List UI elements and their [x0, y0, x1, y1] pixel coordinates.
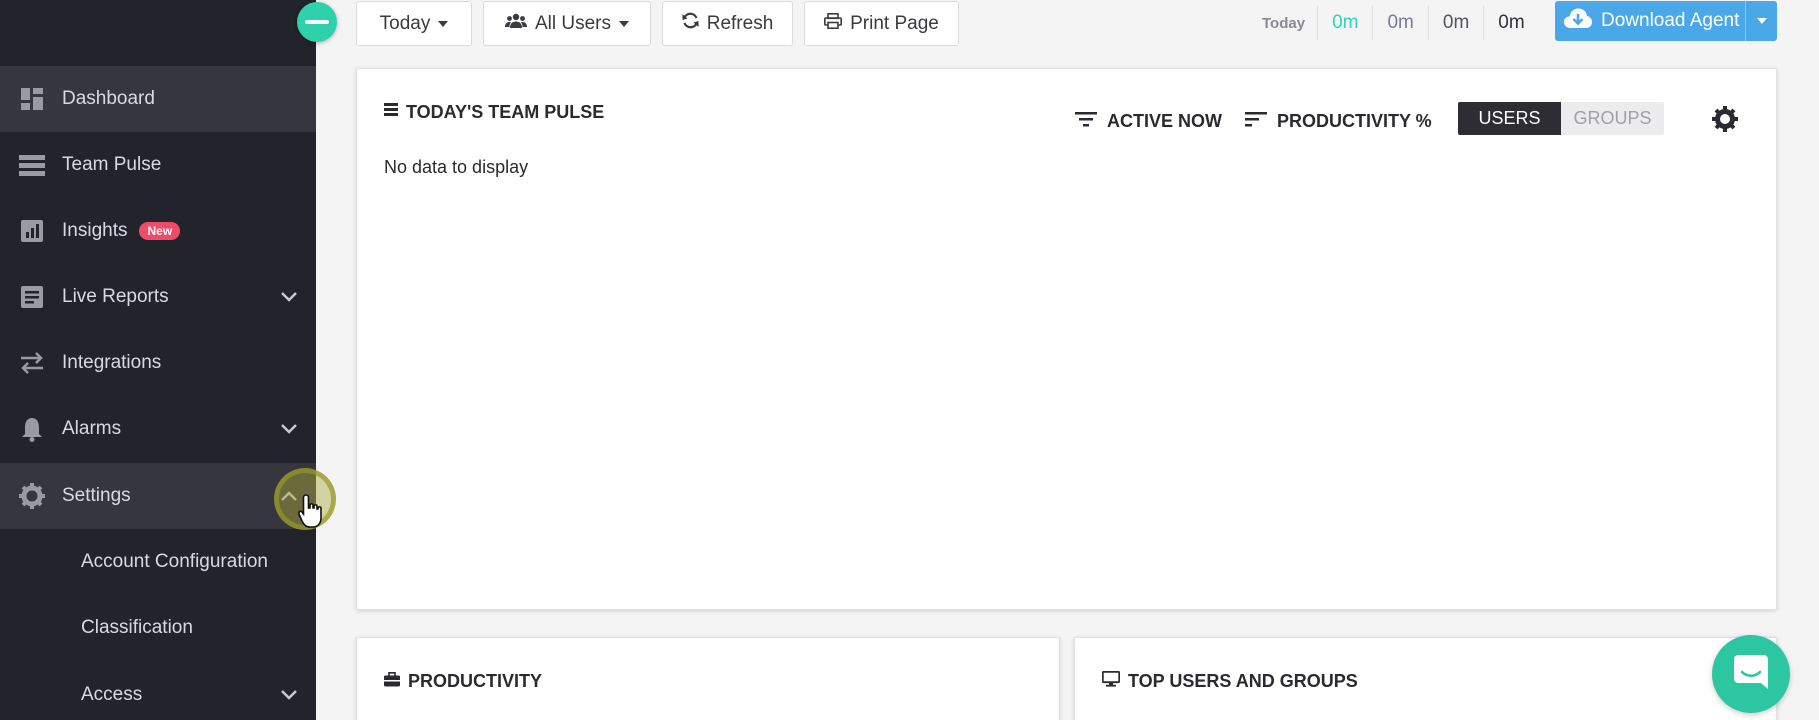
filter-icon [1075, 111, 1097, 132]
sidebar-item-label: Alarms [62, 418, 122, 439]
download-agent-main[interactable]: Download Agent [1555, 1, 1745, 41]
productivity-sort-label: PRODUCTIVITY % [1277, 110, 1432, 131]
download-agent-label: Download Agent [1601, 10, 1740, 31]
sidebar-item-settings[interactable]: Settings [0, 463, 316, 529]
sort-icon [1245, 111, 1267, 132]
print-icon [824, 12, 843, 35]
sidebar-subitem-label: Access [81, 684, 143, 705]
sidebar-item-label: Insights [62, 220, 128, 241]
users-filter-label: All Users [534, 12, 611, 34]
list-icon [384, 102, 398, 123]
chat-icon [1732, 653, 1770, 696]
briefcase-icon [384, 671, 400, 692]
groups-tab[interactable]: GROUPS [1561, 102, 1664, 135]
time-stats-label: Today [1262, 14, 1306, 32]
date-range-dropdown[interactable]: Today [356, 1, 472, 46]
bell-icon [18, 415, 46, 443]
sidebar-item-insights[interactable]: Insights New [0, 198, 316, 264]
sidebar-item-integrations[interactable]: Integrations [0, 330, 316, 396]
team-pulse-panel [356, 68, 1777, 610]
print-label: Print Page [850, 12, 939, 34]
productivity-sort[interactable]: PRODUCTIVITY % [1245, 105, 1432, 137]
collapse-sidebar-button[interactable] [297, 2, 337, 42]
team-pulse-title-text: TODAY'S TEAM PULSE [406, 102, 605, 122]
minus-icon [305, 20, 329, 24]
refresh-button[interactable]: Refresh [662, 1, 793, 46]
time-stat-value: 0m [1372, 6, 1427, 40]
users-groups-toggle: USERS GROUPS [1458, 102, 1664, 135]
sidebar-item-dashboard[interactable]: Dashboard [0, 66, 316, 132]
chat-launcher-button[interactable] [1712, 635, 1790, 713]
time-stat-value: 0m [1483, 6, 1538, 40]
chevron-down-icon[interactable] [278, 286, 300, 308]
dashboard-icon [18, 85, 46, 113]
refresh-icon [682, 12, 699, 35]
time-stat-value: 0m [1427, 6, 1483, 40]
download-agent-button[interactable]: Download Agent [1555, 1, 1777, 41]
sidebar-item-team-pulse[interactable]: Team Pulse [0, 132, 316, 198]
productivity-title: PRODUCTIVITY [384, 671, 542, 692]
insights-icon [18, 217, 46, 245]
users-icon [504, 13, 527, 35]
sidebar-subitem-label: Classification [81, 617, 193, 638]
print-page-button[interactable]: Print Page [804, 1, 959, 46]
active-now-label: ACTIVE NOW [1107, 110, 1222, 131]
sidebar-item-label: Live Reports [62, 286, 169, 307]
sidebar-item-label: Dashboard [62, 88, 155, 109]
hand-cursor-icon [297, 493, 324, 534]
pulse-settings-gear-icon[interactable] [1712, 106, 1738, 137]
team-pulse-title: TODAY'S TEAM PULSE [384, 102, 604, 123]
sidebar-item-label: Settings [62, 485, 131, 506]
sidebar-subitem-access[interactable]: Access [0, 662, 316, 720]
sidebar: Dashboard Team Pulse Insights New Live R… [0, 0, 316, 720]
chevron-down-icon[interactable] [278, 684, 300, 706]
sidebar-subitem-label: Account Configuration [81, 551, 268, 572]
team-pulse-icon [18, 151, 46, 179]
sidebar-subitem-account-configuration[interactable]: Account Configuration [0, 529, 316, 595]
users-filter-dropdown[interactable]: All Users [483, 1, 651, 46]
gear-icon [18, 482, 46, 510]
caret-down-icon [438, 20, 449, 27]
sidebar-item-label: Integrations [62, 352, 162, 373]
caret-down-icon [1756, 18, 1767, 24]
top-users-title-text: TOP USERS AND GROUPS [1128, 671, 1358, 691]
download-agent-dropdown[interactable] [1745, 1, 1777, 41]
sidebar-subitem-classification[interactable]: Classification [0, 595, 316, 661]
report-icon [18, 283, 46, 311]
productivity-title-text: PRODUCTIVITY [408, 671, 543, 691]
sidebar-item-label: Team Pulse [62, 154, 162, 175]
refresh-label: Refresh [706, 12, 774, 34]
sidebar-item-alarms[interactable]: Alarms [0, 396, 316, 462]
sidebar-item-live-reports[interactable]: Live Reports [0, 264, 316, 330]
active-now-filter[interactable]: ACTIVE NOW [1075, 105, 1222, 137]
date-range-label: Today [379, 12, 431, 34]
cloud-download-icon [1563, 7, 1593, 35]
monitor-icon [1101, 670, 1121, 692]
no-data-message: No data to display [384, 157, 529, 177]
swap-icon [18, 349, 46, 377]
users-tab[interactable]: USERS [1458, 102, 1561, 135]
chevron-down-icon[interactable] [278, 418, 300, 440]
caret-down-icon [619, 20, 629, 27]
new-badge: New [139, 222, 181, 240]
time-stats: Today 0m 0m 0m 0m [1262, 0, 1539, 46]
top-users-title: TOP USERS AND GROUPS [1101, 670, 1358, 692]
time-stat-value: 0m [1317, 6, 1372, 40]
